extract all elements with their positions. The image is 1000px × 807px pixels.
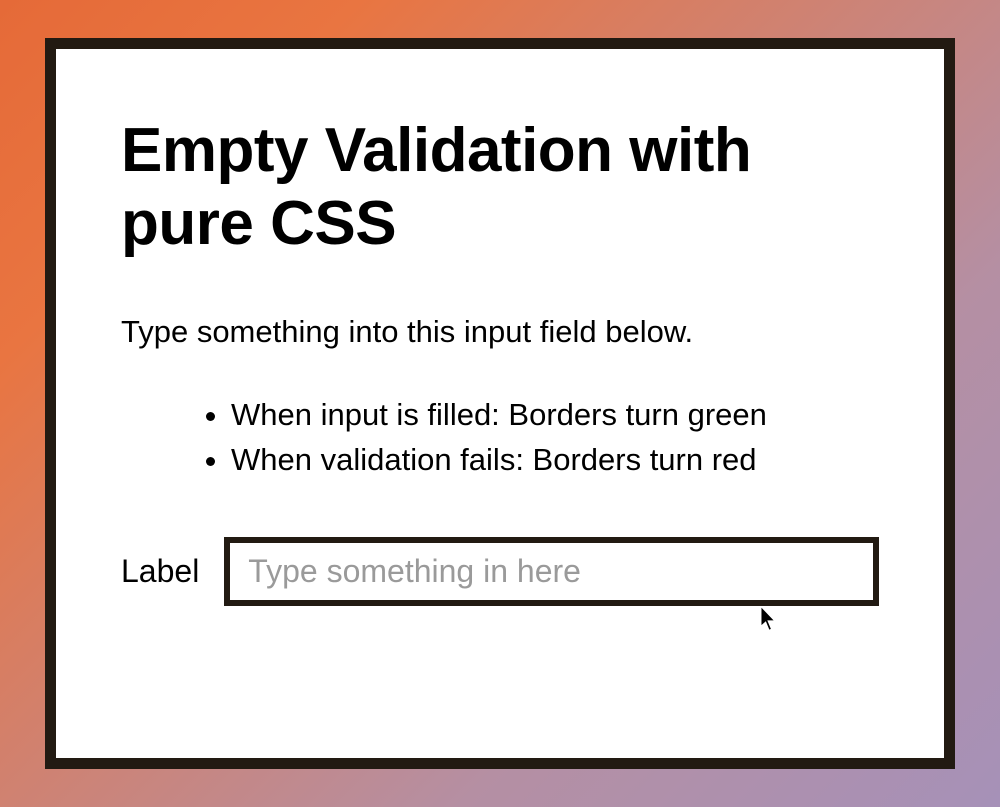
input-label: Label [121,553,199,590]
rules-list: When input is filled: Borders turn green… [121,393,879,483]
page-title: Empty Validation with pure CSS [121,114,879,260]
form-row: Label [121,537,879,606]
demo-card: Empty Validation with pure CSS Type some… [45,38,955,769]
rule-item: When validation fails: Borders turn red [231,438,879,483]
cursor-icon [760,606,778,632]
rule-item: When input is filled: Borders turn green [231,393,879,438]
demo-text-input[interactable] [224,537,879,606]
intro-text: Type something into this input field bel… [121,312,879,352]
